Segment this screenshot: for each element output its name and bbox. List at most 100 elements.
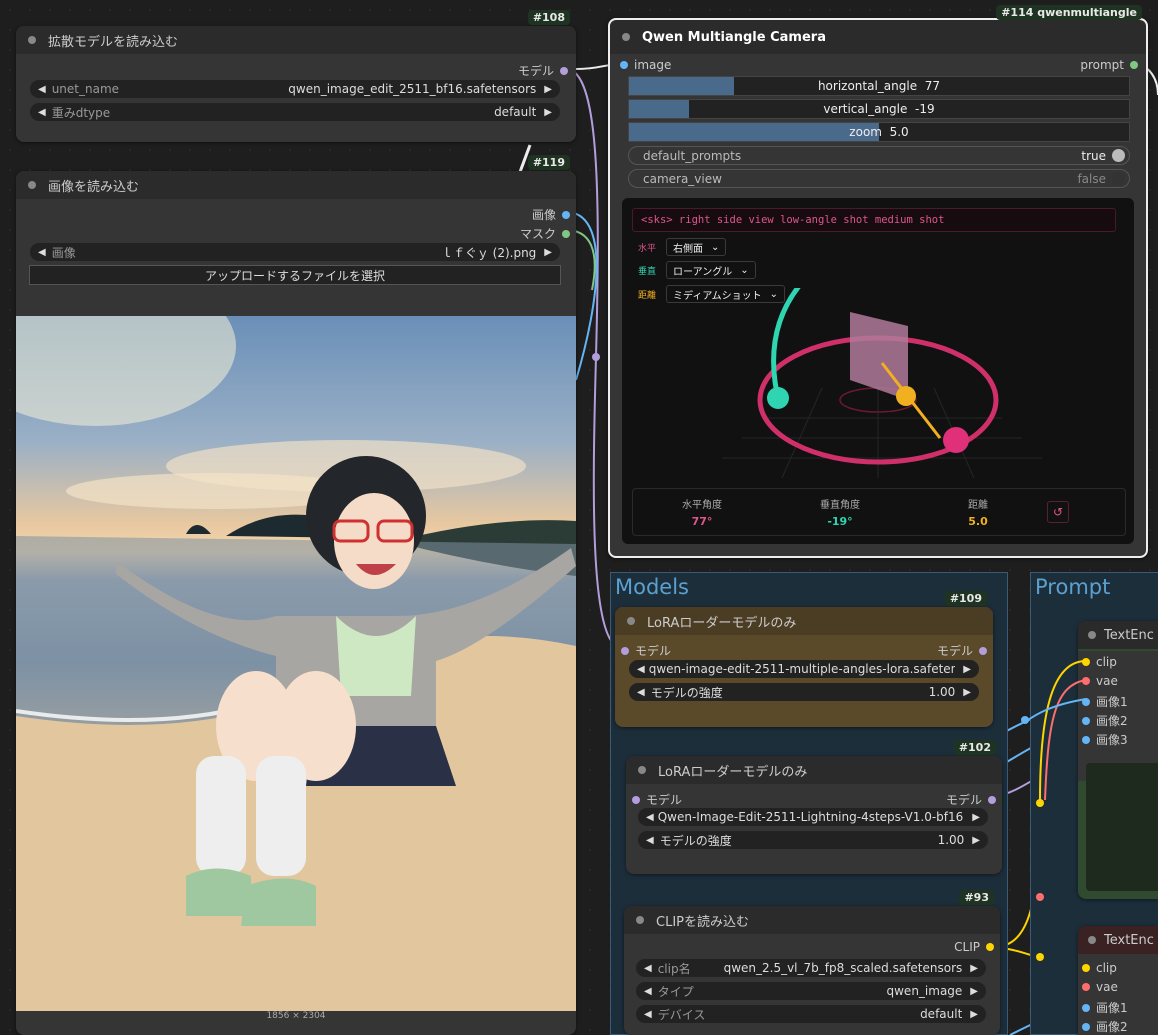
widget-type[interactable]: ◀ タイプ qwen_image ▶ <box>636 982 986 1000</box>
input-slot-vae[interactable]: vae <box>1082 980 1118 994</box>
slot-dot-icon[interactable] <box>1082 1003 1090 1012</box>
camera-control-panel[interactable]: <sks> right side view low-angle shot med… <box>622 198 1134 544</box>
right-arrow-icon[interactable]: ▶ <box>972 812 980 823</box>
slot-dot-icon[interactable] <box>1082 677 1090 685</box>
input-slot-image[interactable]: image <box>620 58 671 72</box>
slot-dot-icon[interactable] <box>988 795 996 804</box>
left-arrow-icon[interactable]: ◀ <box>38 107 46 118</box>
widget-lora-name[interactable]: ◀ Qwen-Image-Edit-2511-Lightning-4steps-V… <box>638 808 988 826</box>
collapse-dot-icon[interactable] <box>1088 936 1096 944</box>
slot-dot-icon[interactable] <box>1082 735 1090 744</box>
left-arrow-icon[interactable]: ◀ <box>644 1009 652 1020</box>
collapse-dot-icon[interactable] <box>28 36 36 44</box>
slot-dot-icon[interactable] <box>632 795 640 804</box>
node-header[interactable]: TextEnc <box>1078 621 1158 649</box>
widget-image-select[interactable]: ◀ 画像 ｌｆぐｙ (2).png ▶ <box>30 243 560 261</box>
output-slot-prompt[interactable]: prompt <box>1080 58 1138 72</box>
output-slot-model[interactable]: モデル <box>518 62 568 79</box>
left-arrow-icon[interactable]: ◀ <box>644 963 652 974</box>
collapse-dot-icon[interactable] <box>28 181 36 189</box>
widget-device[interactable]: ◀ デバイス default ▶ <box>636 1005 986 1023</box>
slot-dot-icon[interactable] <box>986 943 994 951</box>
slider-horizontal-angle[interactable]: horizontal_angle 77 <box>628 76 1130 96</box>
node-header[interactable]: 拡散モデルを読み込む <box>16 26 576 54</box>
input-slot-image2[interactable]: 画像2 <box>1082 1018 1128 1035</box>
slot-dot-icon[interactable] <box>1082 1022 1090 1031</box>
slot-dot-icon[interactable] <box>620 61 628 69</box>
upload-file-button[interactable]: アップロードするファイルを選択 <box>29 265 561 285</box>
horizontal-select[interactable]: 右側面 ⌄ <box>666 238 727 256</box>
output-slot-mask[interactable]: マスク <box>520 225 570 242</box>
input-slot-image1[interactable]: 画像1 <box>1082 999 1128 1016</box>
widget-model-strength[interactable]: ◀ モデルの強度 1.00 ▶ <box>638 831 988 849</box>
node-load-diffusion-model[interactable]: #108 拡散モデルを読み込む モデル ◀ unet_name qwen_image… <box>16 10 576 142</box>
slot-dot-icon[interactable] <box>1082 697 1090 706</box>
node-header[interactable]: LoRAローダーモデルのみ <box>626 756 1002 784</box>
slot-dot-icon[interactable] <box>560 66 568 75</box>
right-arrow-icon[interactable]: ▶ <box>972 835 980 846</box>
node-header[interactable]: CLIPを読み込む <box>624 906 1000 934</box>
reset-icon[interactable]: ↺ <box>1047 501 1069 523</box>
node-header[interactable]: Qwen Multiangle Camera <box>610 20 1146 54</box>
node-header[interactable]: LoRAローダーモデルのみ <box>615 607 993 635</box>
text-area[interactable] <box>1086 763 1158 891</box>
right-arrow-icon[interactable]: ▶ <box>970 963 978 974</box>
left-arrow-icon[interactable]: ◀ <box>637 664 645 675</box>
node-load-image[interactable]: #119 画像を読み込む 画像 マスク ◀ 画像 ｌｆぐｙ (2).png ▶ アップ… <box>16 155 576 1035</box>
slot-dot-icon[interactable] <box>1082 658 1090 666</box>
slot-dot-icon[interactable] <box>1082 964 1090 972</box>
input-slot-vae[interactable]: vae <box>1082 674 1118 688</box>
input-slot-clip[interactable]: clip <box>1082 655 1117 669</box>
right-arrow-icon[interactable]: ▶ <box>544 247 552 258</box>
widget-model-strength[interactable]: ◀ モデルの強度 1.00 ▶ <box>629 683 979 701</box>
left-arrow-icon[interactable]: ◀ <box>646 812 654 823</box>
input-slot-model[interactable]: モデル <box>621 642 671 659</box>
right-arrow-icon[interactable]: ▶ <box>970 1009 978 1020</box>
slot-dot-icon[interactable] <box>1082 983 1090 991</box>
right-arrow-icon[interactable]: ▶ <box>963 664 971 675</box>
collapse-dot-icon[interactable] <box>638 766 646 774</box>
input-slot-clip[interactable]: clip <box>1082 961 1117 975</box>
input-slot-model[interactable]: モデル <box>632 791 682 808</box>
slot-dot-icon[interactable] <box>1130 61 1138 69</box>
slider-zoom[interactable]: zoom 5.0 <box>628 122 1130 142</box>
input-slot-image3[interactable]: 画像3 <box>1082 731 1128 748</box>
widget-unet-name[interactable]: ◀ unet_name qwen_image_edit_2511_bf16.safe… <box>30 80 560 98</box>
right-arrow-icon[interactable]: ▶ <box>544 107 552 118</box>
toggle-camera-view[interactable]: camera_view false <box>628 169 1130 188</box>
vertical-select[interactable]: ローアングル ⌄ <box>666 261 756 279</box>
widget-lora-name[interactable]: ◀ qwen-image-edit-2511-multiple-angles-lo… <box>629 660 979 678</box>
node-text-encode-1[interactable]: TextEnc clip vae 画像1 画像2 画像3 <box>1078 621 1158 899</box>
toggle-knob-icon[interactable] <box>1112 149 1125 162</box>
output-slot-clip[interactable]: CLIP <box>954 940 994 954</box>
slot-dot-icon[interactable] <box>621 646 629 655</box>
collapse-dot-icon[interactable] <box>627 617 635 625</box>
slot-dot-icon[interactable] <box>979 646 987 655</box>
left-arrow-icon[interactable]: ◀ <box>644 986 652 997</box>
slider-vertical-angle[interactable]: vertical_angle -19 <box>628 99 1130 119</box>
collapse-dot-icon[interactable] <box>622 33 630 41</box>
right-arrow-icon[interactable]: ▶ <box>963 687 971 698</box>
widget-clip-name[interactable]: ◀ clip名 qwen_2.5_vl_7b_fp8_scaled.safetens… <box>636 959 986 977</box>
input-slot-image2[interactable]: 画像2 <box>1082 712 1128 729</box>
output-slot-model[interactable]: モデル <box>937 642 987 659</box>
toggle-knob-icon[interactable] <box>1112 172 1125 185</box>
slot-dot-icon[interactable] <box>1082 716 1090 725</box>
node-text-encode-2[interactable]: TextEnc clip vae 画像1 画像2 <box>1078 926 1158 1035</box>
left-arrow-icon[interactable]: ◀ <box>646 835 654 846</box>
node-lora-loader-102[interactable]: #102 LoRAローダーモデルのみ モデル モデル ◀ Qwen-Image-E… <box>626 740 1002 874</box>
node-load-clip[interactable]: #93 CLIPを読み込む CLIP ◀ clip名 qwen_2.5_vl_7b_… <box>624 890 1000 1035</box>
node-header[interactable]: 画像を読み込む <box>16 171 576 199</box>
right-arrow-icon[interactable]: ▶ <box>544 84 552 95</box>
collapse-dot-icon[interactable] <box>1088 631 1096 639</box>
input-slot-image1[interactable]: 画像1 <box>1082 693 1128 710</box>
slot-dot-icon[interactable] <box>562 229 570 238</box>
widget-weight-dtype[interactable]: ◀ 重みdtype default ▶ <box>30 103 560 121</box>
camera-orbit-visualization[interactable] <box>622 288 1134 488</box>
toggle-default-prompts[interactable]: default_prompts true <box>628 146 1130 165</box>
node-lora-loader-109[interactable]: #109 LoRAローダーモデルのみ モデル モデル ◀ qwen-image-e… <box>615 591 993 727</box>
output-slot-model[interactable]: モデル <box>946 791 996 808</box>
collapse-dot-icon[interactable] <box>636 916 644 924</box>
node-header[interactable]: TextEnc <box>1078 926 1158 954</box>
left-arrow-icon[interactable]: ◀ <box>637 687 645 698</box>
